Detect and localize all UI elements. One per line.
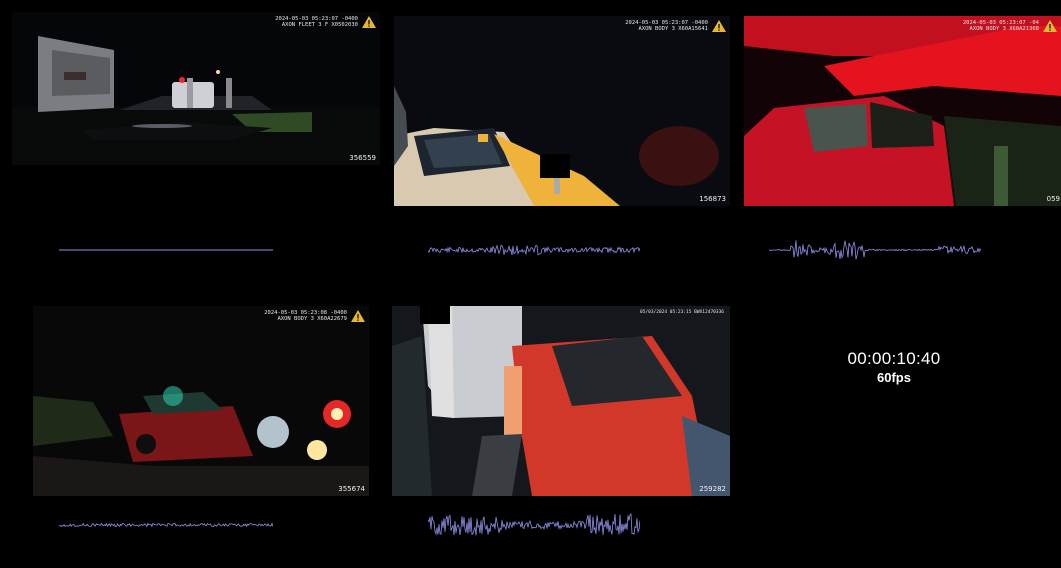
timestamp-overlay: 2024-05-03 05:23:08 -0400 AXON BODY 3 X6… xyxy=(264,310,347,322)
timecode: 00:00:10:40 xyxy=(847,349,941,368)
dashcam-frame xyxy=(12,12,380,165)
multicam-viewer: 2024-05-03 05:23:07 -0400 AXON FLEET 3 F… xyxy=(9,10,1061,568)
video-tile-5[interactable]: 05/03/2024 05:23:15 BWX12470336 259282 xyxy=(392,306,730,496)
waveform-graphic xyxy=(427,513,641,536)
video-tile-4[interactable]: 2024-05-03 05:23:08 -0400 AXON BODY 3 X6… xyxy=(33,306,369,496)
video-tile-1[interactable]: 2024-05-03 05:23:07 -0400 AXON FLEET 3 F… xyxy=(12,12,380,165)
waveform-graphic xyxy=(768,240,982,260)
audio-waveform-5 xyxy=(427,508,641,542)
waveform-graphic xyxy=(59,249,273,251)
audio-waveform-3 xyxy=(768,233,982,267)
timestamp-overlay: 2024-05-03 05:23:07 -0400 AXON FLEET 3 F… xyxy=(275,16,358,28)
audio-waveform-4 xyxy=(58,508,274,542)
tile-id: 355674 xyxy=(338,485,365,493)
axon-warning-icon xyxy=(362,16,376,28)
timestamp-overlay: 05/03/2024 05:23:15 BWX12470336 xyxy=(640,310,724,315)
axon-warning-icon xyxy=(1043,20,1057,32)
redaction-box xyxy=(420,306,450,324)
tile-id: 356559 xyxy=(349,154,376,162)
axon-warning-icon xyxy=(712,20,726,32)
audio-waveform-2 xyxy=(427,233,641,267)
tile-id: 259282 xyxy=(699,485,726,493)
bodycam-frame xyxy=(392,306,730,496)
tile-id: 156873 xyxy=(699,195,726,203)
video-tile-3[interactable]: 2024-05-03 05:23:07 -04 AXON BODY 3 X60A… xyxy=(744,16,1061,206)
waveform-graphic xyxy=(427,244,641,256)
bodycam-frame xyxy=(744,16,1061,206)
audio-waveform-1 xyxy=(59,233,273,267)
tile-id: 059 xyxy=(1046,195,1060,203)
frame-rate: 60fps xyxy=(877,370,911,385)
axon-warning-icon xyxy=(351,310,365,322)
redaction-box xyxy=(540,154,570,178)
playback-clock: 00:00:10:40 60fps xyxy=(821,349,967,385)
bodycam-frame xyxy=(33,306,369,496)
waveform-graphic xyxy=(58,522,274,528)
timestamp-overlay: 2024-05-03 05:23:07 -0400 AXON BODY 3 X6… xyxy=(625,20,708,32)
video-tile-2[interactable]: 2024-05-03 05:23:07 -0400 AXON BODY 3 X6… xyxy=(394,16,730,206)
